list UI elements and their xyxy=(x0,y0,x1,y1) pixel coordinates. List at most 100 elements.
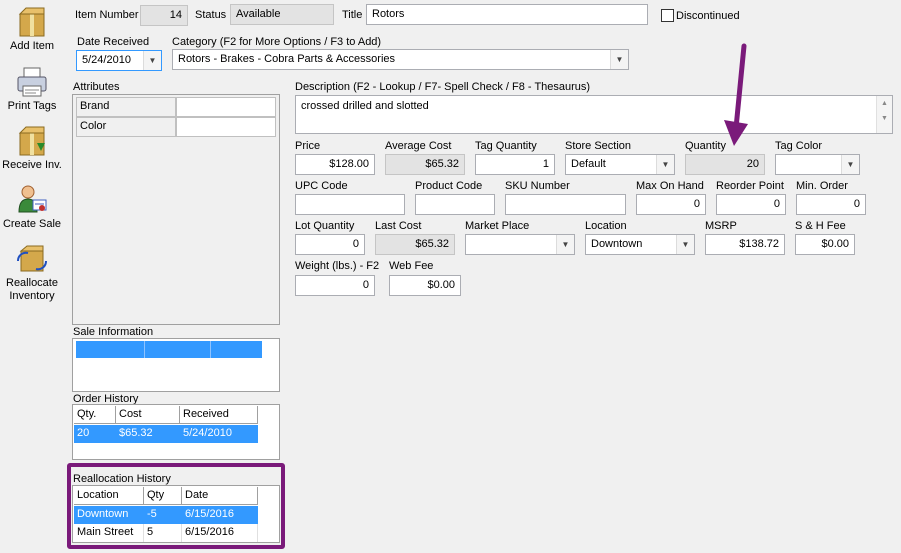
sku-number-label: SKU Number xyxy=(505,180,570,192)
description-label: Description (F2 - Lookup / F7- Spell Che… xyxy=(295,81,591,93)
tag-quantity-label: Tag Quantity xyxy=(475,140,537,152)
location-value: Downtown xyxy=(591,238,643,250)
create-sale-icon xyxy=(18,185,47,213)
item-number-field[interactable]: 14 xyxy=(140,5,188,26)
reorder-point-label: Reorder Point xyxy=(716,180,784,192)
product-code-field[interactable] xyxy=(415,194,495,215)
sh-fee-label: S & H Fee xyxy=(795,220,846,232)
store-section-value: Default xyxy=(571,158,606,170)
last-cost-label: Last Cost xyxy=(375,220,422,232)
sale-information-title: Sale Information xyxy=(73,326,154,338)
chevron-down-icon[interactable]: ▼ xyxy=(656,155,674,174)
order-history-header-cost[interactable]: Cost xyxy=(116,406,180,424)
date-received-label: Date Received xyxy=(77,36,150,48)
sale-information-grid[interactable] xyxy=(72,338,280,392)
price-field[interactable]: $128.00 xyxy=(295,154,375,175)
web-fee-label: Web Fee xyxy=(389,260,434,272)
receive-inventory-label: Receive Inv. xyxy=(2,159,62,171)
attributes-grid: Brand Color xyxy=(72,94,280,325)
left-toolbar: Add Item Print Tags Receive Inv. Create … xyxy=(0,0,66,553)
last-cost-field[interactable]: $65.32 xyxy=(375,234,455,255)
create-sale-label: Create Sale xyxy=(2,218,62,230)
price-label: Price xyxy=(295,140,321,152)
attribute-value-cell[interactable] xyxy=(176,97,276,117)
product-code-label: Product Code xyxy=(415,180,483,192)
attributes-title: Attributes xyxy=(73,81,120,93)
reallocation-highlight-box xyxy=(67,463,285,549)
receive-inventory-icon xyxy=(18,126,45,156)
tag-color-select[interactable]: ▼ xyxy=(775,154,860,175)
title-field[interactable]: Rotors xyxy=(366,4,648,25)
min-order-label: Min. Order xyxy=(796,180,848,192)
reallocate-inventory-label: Reallocate Inventory xyxy=(6,277,58,302)
order-history-grid[interactable]: Qty. Cost Received 20 $65.32 5/24/2010 xyxy=(72,404,280,460)
category-label: Category (F2 for More Options / F3 to Ad… xyxy=(172,36,382,48)
chevron-down-icon[interactable]: ▼ xyxy=(676,235,694,254)
average-cost-field[interactable]: $65.32 xyxy=(385,154,465,175)
weight-field[interactable]: 0 xyxy=(295,275,375,296)
column-divider xyxy=(210,341,211,358)
chevron-down-icon[interactable]: ▼ xyxy=(143,51,161,70)
max-on-hand-field[interactable]: 0 xyxy=(636,194,706,215)
status-field[interactable]: Available xyxy=(230,4,334,25)
web-fee-field[interactable]: $0.00 xyxy=(389,275,461,296)
location-select[interactable]: Downtown ▼ xyxy=(585,234,695,255)
msrp-label: MSRP xyxy=(705,220,737,232)
market-place-select[interactable]: ▼ xyxy=(465,234,575,255)
create-sale-button[interactable]: Create Sale xyxy=(0,184,64,230)
print-tags-button[interactable]: Print Tags xyxy=(0,66,64,112)
table-row[interactable]: $65.32 xyxy=(116,425,180,443)
receive-inventory-button[interactable]: Receive Inv. xyxy=(0,125,64,171)
max-on-hand-label: Max On Hand xyxy=(636,180,704,192)
market-place-label: Market Place xyxy=(465,220,530,232)
chevron-down-icon[interactable]: ▼ xyxy=(610,50,628,69)
tag-quantity-field[interactable]: 1 xyxy=(475,154,555,175)
attribute-value-cell[interactable] xyxy=(176,117,276,137)
attribute-name-cell: Brand xyxy=(76,97,176,117)
date-received-value: 5/24/2010 xyxy=(82,54,131,66)
print-tags-icon xyxy=(17,67,47,97)
lot-quantity-field[interactable]: 0 xyxy=(295,234,365,255)
category-value: Rotors - Brakes - Cobra Parts & Accessor… xyxy=(178,53,396,65)
annotation-arrow xyxy=(724,43,748,146)
reallocate-inventory-button[interactable]: Reallocate Inventory xyxy=(0,243,64,303)
weight-label: Weight (lbs.) - F2 xyxy=(295,260,380,272)
upc-code-label: UPC Code xyxy=(295,180,348,192)
discontinued-checkbox[interactable] xyxy=(661,9,674,22)
order-history-header-qty[interactable]: Qty. xyxy=(74,406,116,424)
print-tags-label: Print Tags xyxy=(7,100,57,112)
sku-number-field[interactable] xyxy=(505,194,626,215)
average-cost-label: Average Cost xyxy=(385,140,452,152)
attribute-name-cell: Color xyxy=(76,117,176,137)
location-label: Location xyxy=(585,220,627,232)
quantity-field[interactable]: 20 xyxy=(685,154,765,175)
add-item-button[interactable]: Add Item xyxy=(0,6,64,52)
title-label: Title xyxy=(342,9,363,21)
description-textarea[interactable]: crossed drilled and slotted ▲ ▼ xyxy=(295,95,893,134)
order-history-header-received[interactable]: Received xyxy=(180,406,258,424)
msrp-field[interactable]: $138.72 xyxy=(705,234,785,255)
column-divider xyxy=(144,341,145,358)
tag-color-label: Tag Color xyxy=(775,140,823,152)
store-section-label: Store Section xyxy=(565,140,632,152)
reallocate-inventory-icon xyxy=(17,245,47,272)
store-section-select[interactable]: Default ▼ xyxy=(565,154,675,175)
item-number-label: Item Number xyxy=(75,9,139,21)
discontinued-label: Discontinued xyxy=(676,10,740,22)
description-scrollbar[interactable]: ▲ ▼ xyxy=(876,96,892,133)
table-row[interactable]: 5/24/2010 xyxy=(180,425,258,443)
add-item-label: Add Item xyxy=(9,40,55,52)
chevron-down-icon[interactable]: ▼ xyxy=(841,155,859,174)
status-label: Status xyxy=(195,9,227,21)
description-value: crossed drilled and slotted xyxy=(301,100,429,112)
table-row[interactable]: 20 xyxy=(74,425,116,443)
chevron-down-icon[interactable]: ▼ xyxy=(556,235,574,254)
category-select[interactable]: Rotors - Brakes - Cobra Parts & Accessor… xyxy=(172,49,629,70)
reorder-point-field[interactable]: 0 xyxy=(716,194,786,215)
add-item-icon xyxy=(18,7,45,37)
sh-fee-field[interactable]: $0.00 xyxy=(795,234,855,255)
date-received-picker[interactable]: 5/24/2010 ▼ xyxy=(76,50,162,71)
sale-information-selected-row[interactable] xyxy=(76,341,262,358)
upc-code-field[interactable] xyxy=(295,194,405,215)
min-order-field[interactable]: 0 xyxy=(796,194,866,215)
